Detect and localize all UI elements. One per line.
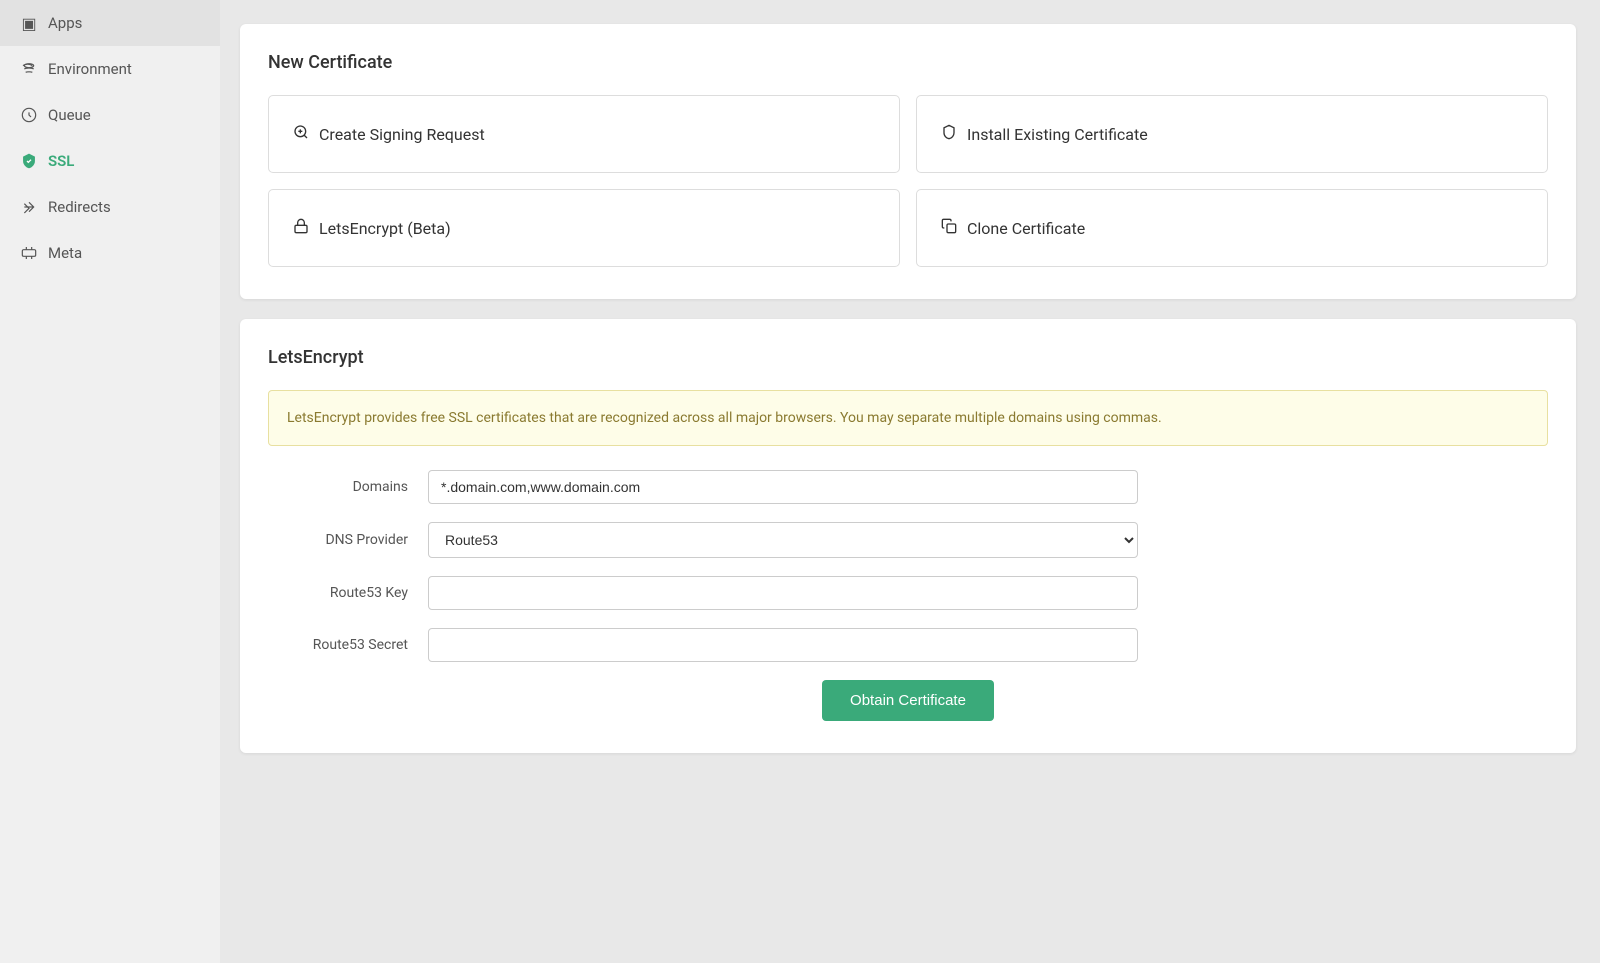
sidebar-item-label-environment: Environment — [48, 60, 132, 78]
new-certificate-title: New Certificate — [268, 52, 1548, 73]
create-signing-icon — [293, 124, 309, 144]
domains-label: Domains — [268, 479, 428, 495]
install-existing-icon — [941, 124, 957, 144]
sidebar-item-label-redirects: Redirects — [48, 198, 111, 216]
sidebar-item-label-queue: Queue — [48, 106, 91, 124]
letsencrypt-title: LetsEncrypt — [268, 347, 1548, 368]
form-actions: Obtain Certificate — [268, 680, 1548, 721]
route53-secret-row: Route53 Secret — [268, 628, 1548, 662]
cert-option-install-existing[interactable]: Install Existing Certificate — [916, 95, 1548, 173]
cert-option-label-clone: Clone Certificate — [967, 219, 1085, 238]
ssl-icon — [20, 152, 38, 170]
letsencrypt-panel: LetsEncrypt LetsEncrypt provides free SS… — [240, 319, 1576, 753]
dns-provider-label: DNS Provider — [268, 532, 428, 548]
meta-icon — [20, 244, 38, 262]
letsencrypt-icon — [293, 218, 309, 238]
sidebar-item-queue[interactable]: Queue — [0, 92, 220, 138]
route53-key-label: Route53 Key — [268, 585, 428, 601]
dns-provider-select[interactable]: Route53CloudflareOther — [428, 522, 1138, 558]
route53-key-row: Route53 Key — [268, 576, 1548, 610]
cert-option-label-create-signing: Create Signing Request — [319, 125, 485, 144]
sidebar-item-redirects[interactable]: Redirects — [0, 184, 220, 230]
dns-provider-row: DNS Provider Route53CloudflareOther — [268, 522, 1548, 558]
clone-icon — [941, 218, 957, 238]
cert-option-letsencrypt[interactable]: LetsEncrypt (Beta) — [268, 189, 900, 267]
sidebar: ▣ Apps Environment Queue SSL Redirects Meta — [0, 0, 220, 963]
sidebar-item-meta[interactable]: Meta — [0, 230, 220, 276]
queue-icon — [20, 106, 38, 124]
sidebar-item-label-ssl: SSL — [48, 152, 74, 170]
route53-key-input[interactable] — [428, 576, 1138, 610]
environment-icon — [20, 60, 38, 78]
sidebar-item-label-apps: Apps — [48, 14, 82, 32]
sidebar-item-label-meta: Meta — [48, 244, 82, 262]
domains-input[interactable] — [428, 470, 1138, 504]
letsencrypt-info: LetsEncrypt provides free SSL certificat… — [268, 390, 1548, 446]
route53-secret-label: Route53 Secret — [268, 637, 428, 653]
new-certificate-panel: New Certificate Create Signing Request In… — [240, 24, 1576, 299]
domains-row: Domains — [268, 470, 1548, 504]
certificate-options-grid: Create Signing Request Install Existing C… — [268, 95, 1548, 267]
redirects-icon — [20, 198, 38, 216]
sidebar-item-ssl[interactable]: SSL — [0, 138, 220, 184]
sidebar-item-apps[interactable]: ▣ Apps — [0, 0, 220, 46]
route53-secret-input[interactable] — [428, 628, 1138, 662]
sidebar-item-environment[interactable]: Environment — [0, 46, 220, 92]
cert-option-create-signing[interactable]: Create Signing Request — [268, 95, 900, 173]
main-content: New Certificate Create Signing Request In… — [220, 0, 1600, 963]
apps-icon: ▣ — [20, 14, 38, 32]
cert-option-clone[interactable]: Clone Certificate — [916, 189, 1548, 267]
cert-option-label-letsencrypt: LetsEncrypt (Beta) — [319, 219, 451, 238]
obtain-certificate-button[interactable]: Obtain Certificate — [822, 680, 994, 721]
cert-option-label-install-existing: Install Existing Certificate — [967, 125, 1148, 144]
